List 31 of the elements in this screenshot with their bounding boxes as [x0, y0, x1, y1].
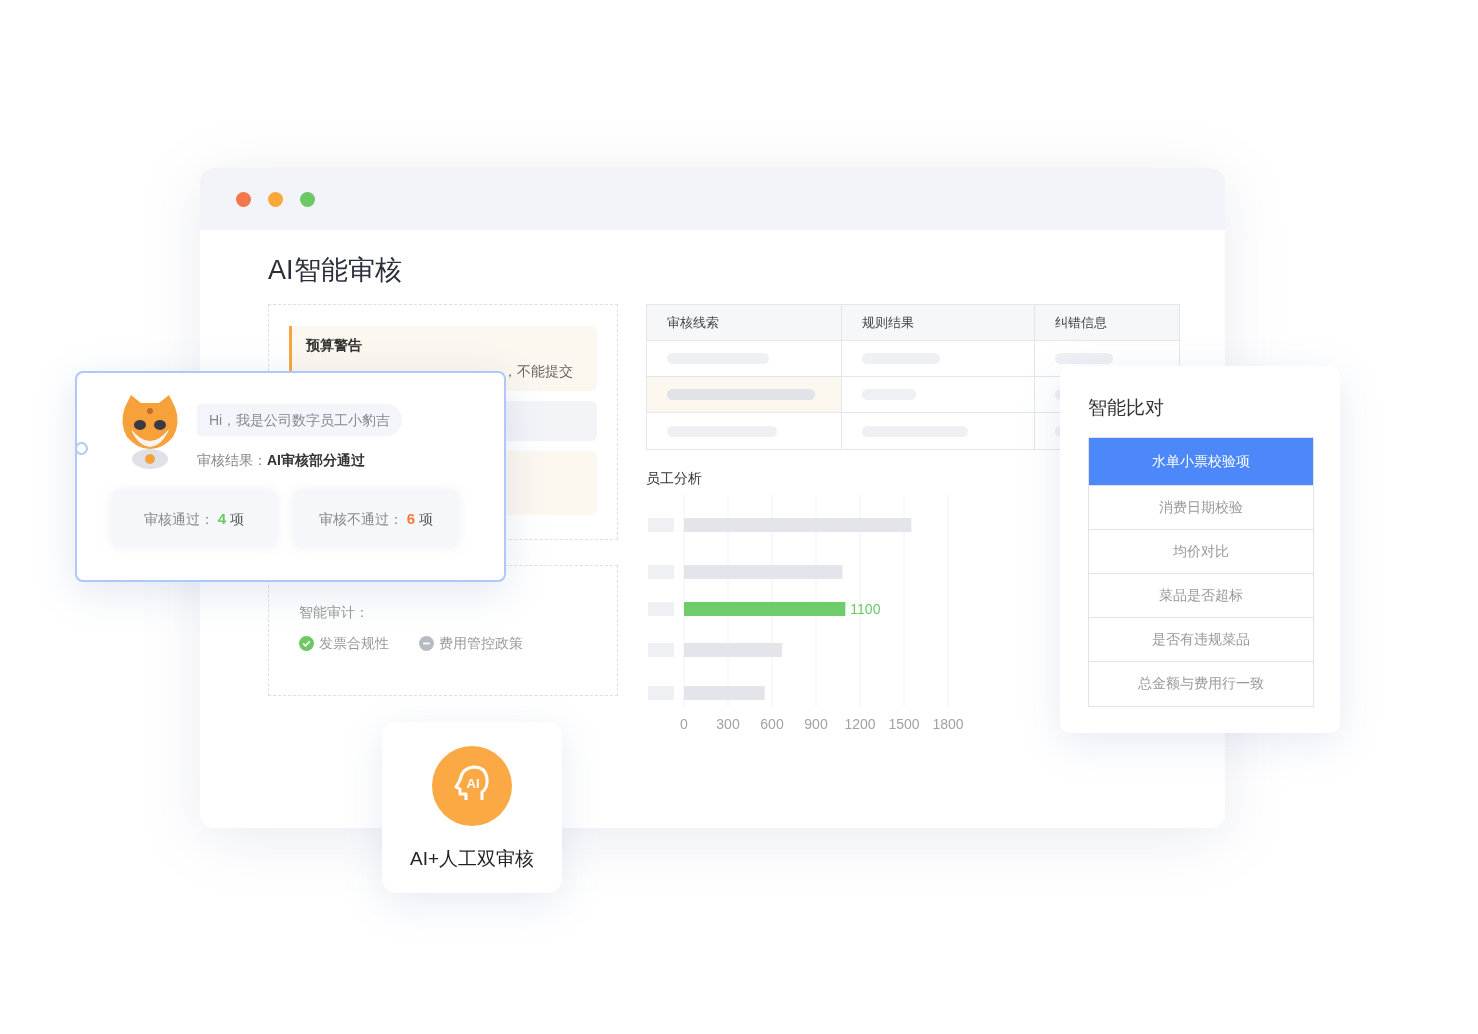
stat-unit: 项 — [230, 509, 245, 529]
axis-tick: 1200 — [844, 716, 876, 732]
stat-label: 审核不通过： — [318, 509, 403, 529]
result-value: AI审核部分通过 — [267, 451, 365, 470]
axis-tick: 900 — [804, 716, 828, 732]
greeting-bubble: Hi，我是公司数字员工小豹吉 — [197, 404, 403, 436]
axis-tick: 1800 — [932, 716, 964, 732]
comparison-item[interactable]: 水单小票校验项 — [1089, 437, 1313, 486]
axis-tick: 300 — [716, 716, 740, 732]
chart-title: 员工分析 — [646, 469, 702, 488]
page-title: AI智能审核 — [268, 254, 403, 287]
axis-tick: 600 — [760, 716, 784, 732]
audit-item: 费用管控政策 — [439, 634, 523, 653]
stat-count: 6 — [406, 508, 416, 529]
stat-count: 4 — [217, 508, 227, 529]
result-label: 审核结果： — [197, 451, 267, 470]
warning-title: 预算警告 — [306, 336, 363, 355]
axis-tick: 0 — [680, 716, 688, 732]
ai-head-icon: AI — [432, 746, 512, 826]
audit-label: 智能审计： — [299, 603, 369, 622]
value-label: 1100 — [850, 601, 881, 617]
column-header: 规则结果 — [862, 313, 914, 332]
stat-label: 审核通过： — [143, 509, 214, 529]
stat-unit: 项 — [419, 509, 434, 529]
badge-label: AI+人工双审核 — [409, 847, 535, 871]
panel-title: 智能比对 — [1088, 396, 1164, 420]
axis-tick: 1500 — [888, 716, 920, 732]
column-header: 审核线索 — [667, 313, 719, 332]
audit-item: 发票合规性 — [319, 634, 389, 653]
column-header: 纠错信息 — [1055, 313, 1107, 332]
warning-message: ，不能提交 — [503, 362, 573, 381]
